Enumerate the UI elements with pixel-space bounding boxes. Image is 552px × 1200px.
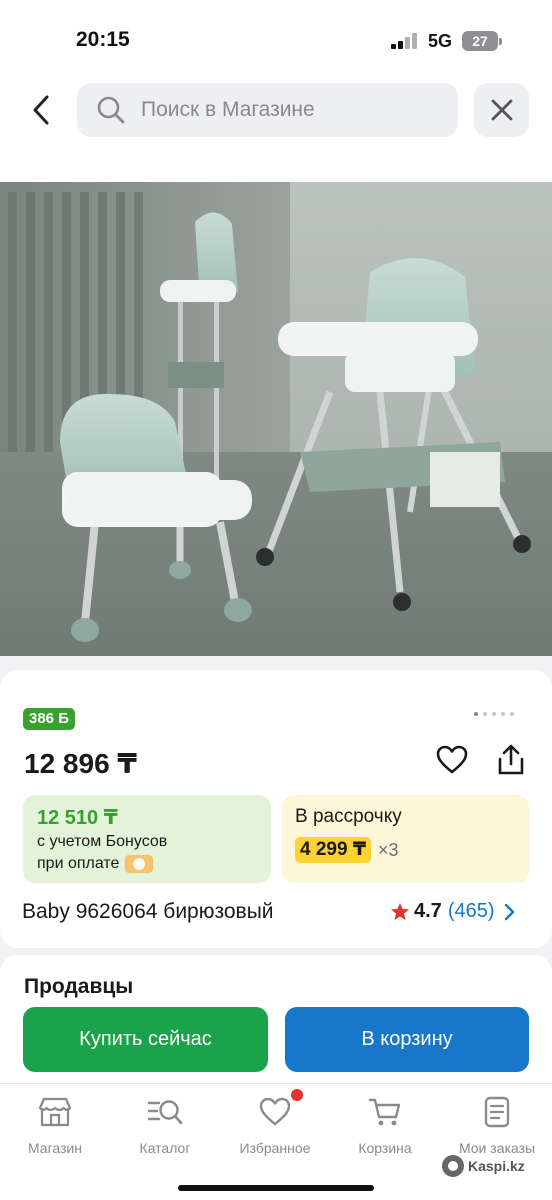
nav-label: Каталог (139, 1140, 191, 1156)
bonus-price-box[interactable]: 12 510 ₸ с учетом Бонусов при оплате (23, 795, 271, 883)
catalog-search-icon (147, 1094, 183, 1130)
chevron-left-icon (33, 95, 49, 125)
close-icon (491, 99, 512, 121)
bonus-payment-label: при оплате (37, 855, 120, 872)
reviews-count: (465) (447, 900, 495, 922)
search-bar[interactable] (77, 83, 458, 137)
battery-icon: 27 (462, 31, 502, 51)
nav-item-favorites[interactable]: Избранное (220, 1089, 330, 1164)
store-icon (37, 1094, 73, 1130)
gallery-dot (474, 712, 478, 716)
close-search-button[interactable] (474, 83, 529, 137)
notification-dot (291, 1089, 303, 1101)
cart-icon (367, 1094, 403, 1130)
network-type: 5G (428, 31, 453, 51)
installment-box[interactable]: В рассрочку 4 299 ₸ ×3 (282, 795, 529, 883)
nav-item-catalog[interactable]: Каталог (110, 1094, 220, 1164)
status-time: 20:15 (76, 28, 130, 51)
favorite-button[interactable] (434, 742, 470, 778)
gallery-dot (483, 712, 487, 716)
nav-label: Магазин (27, 1140, 82, 1156)
sellers-title: Продавцы (24, 975, 134, 998)
add-to-cart-button[interactable]: В корзину (285, 1007, 529, 1072)
home-indicator (178, 1185, 374, 1191)
product-card: 386 Б 12 896 ₸ 12 510 ₸ с учетом Бонусов… (0, 670, 552, 948)
buy-now-button[interactable]: Купить сейчас (23, 1007, 268, 1072)
gallery-dot (492, 712, 496, 716)
product-image[interactable] (0, 182, 552, 656)
bonus-payment-note: при оплате (37, 855, 154, 873)
kaspi-pay-icon (125, 855, 154, 873)
nav-label: Мои заказы (458, 1140, 536, 1156)
orders-icon (479, 1094, 515, 1130)
nav-label: Избранное (239, 1140, 311, 1156)
nav-item-cart[interactable]: Корзина (330, 1094, 440, 1164)
share-button[interactable] (493, 742, 529, 778)
gallery-dot (510, 712, 514, 716)
bottom-nav: Магазин Каталог Избранное Корзина Мои за… (0, 1083, 552, 1200)
kaspi-logo-icon (442, 1155, 464, 1177)
installment-months: ×3 (378, 840, 399, 860)
back-button[interactable] (22, 90, 62, 130)
heart-icon (436, 745, 468, 774)
star-icon (391, 902, 409, 920)
share-icon (498, 744, 524, 775)
bonus-badge: 386 Б (23, 708, 75, 730)
installment-title: В рассрочку (295, 806, 402, 827)
product-price: 12 896 ₸ (24, 748, 137, 779)
status-bar: 20:15 5G 27 (0, 0, 552, 80)
search-input[interactable] (141, 98, 441, 122)
gallery-dot (501, 712, 505, 716)
rating-value: 4.7 (414, 900, 442, 922)
search-icon (95, 94, 127, 126)
installment-amount: 4 299 ₸ (295, 837, 372, 863)
bonus-note: с учетом Бонусов (37, 833, 168, 850)
chevron-right-icon (504, 903, 514, 920)
watermark-text: Kaspi.kz (468, 1158, 525, 1174)
search-header (0, 80, 552, 182)
nav-label: Корзина (358, 1140, 412, 1156)
signal-icon (391, 33, 419, 49)
rating-link[interactable]: 4.7 (465) (390, 900, 515, 923)
product-name: Baby 9626064 бирюзовый (22, 900, 274, 923)
watermark: Kaspi.kz (442, 1155, 525, 1177)
heart-icon (257, 1089, 303, 1130)
gallery-dots (474, 712, 514, 716)
nav-item-orders[interactable]: Мои заказы (442, 1094, 552, 1164)
nav-item-store[interactable]: Магазин (0, 1094, 110, 1164)
bonus-price: 12 510 ₸ (37, 807, 118, 829)
